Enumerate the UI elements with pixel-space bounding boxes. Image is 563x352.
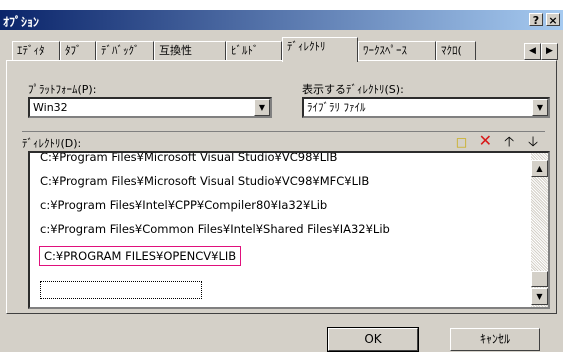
tab-scroll-left-icon[interactable]: ◀ bbox=[524, 43, 541, 60]
tab-macro[interactable]: ﾏｸﾛ( bbox=[436, 41, 476, 61]
move-up-icon[interactable]: 🡡 bbox=[499, 133, 519, 151]
scroll-down-icon[interactable]: ▼ bbox=[531, 288, 548, 305]
new-entry-field[interactable] bbox=[40, 281, 202, 299]
delete-icon[interactable]: ✕ bbox=[475, 132, 495, 150]
scroll-up-icon[interactable]: ▲ bbox=[531, 160, 548, 177]
tab-scroll-right-icon[interactable]: ▶ bbox=[541, 43, 558, 60]
platform-select[interactable]: Win32 ▼ bbox=[28, 97, 272, 118]
list-item[interactable]: C:¥Program Files¥Microsoft Visual Studio… bbox=[40, 171, 369, 191]
help-button[interactable]: ? bbox=[529, 13, 543, 27]
chevron-down-icon[interactable]: ▼ bbox=[254, 99, 270, 116]
show-dirs-value: ﾗｲﾌﾞﾗﾘ ﾌｧｲﾙ bbox=[307, 101, 366, 114]
tab-workspace[interactable]: ﾜｰｸｽﾍﾟｰｽ bbox=[358, 41, 436, 61]
platform-value: Win32 bbox=[33, 101, 68, 114]
tab-compatibility[interactable]: 互換性 bbox=[154, 41, 226, 61]
scroll-thumb[interactable] bbox=[531, 271, 548, 287]
window-title: ｵﾌﾟｼｮﾝ bbox=[3, 15, 40, 29]
list-item[interactable]: C:¥Program Files¥Microsoft Visual Studio… bbox=[40, 153, 337, 167]
directories-header: ﾃﾞｨﾚｸﾄﾘ(D): □ ✕ 🡡 🡣 bbox=[22, 131, 545, 152]
list-scrollbar[interactable]: ▲ ▼ bbox=[531, 153, 548, 307]
tab-debug[interactable]: ﾃﾞﾊﾞｯｸﾞ bbox=[96, 41, 154, 61]
title-bar[interactable]: ｵﾌﾟｼｮﾝ ? × bbox=[0, 10, 563, 30]
platform-label: ﾌﾟﾗｯﾄﾌｫｰﾑ(P): bbox=[28, 83, 97, 96]
list-item-selected[interactable]: C:¥PROGRAM FILES¥OPENCV¥LIB bbox=[39, 246, 242, 266]
tab-editor[interactable]: ｴﾃﾞｨﾀ bbox=[12, 41, 60, 61]
tab-strip: ｴﾃﾞｨﾀ ﾀﾌﾞ ﾃﾞﾊﾞｯｸﾞ 互換性 ﾋﾞﾙﾄﾞ ﾃﾞｨﾚｸﾄﾘ ﾜｰｸｽ… bbox=[6, 37, 558, 62]
options-dialog: ｵﾌﾟｼｮﾝ ? × ｴﾃﾞｨﾀ ﾀﾌﾞ ﾃﾞﾊﾞｯｸﾞ 互換性 ﾋﾞﾙﾄﾞ ﾃ… bbox=[0, 10, 563, 352]
tab-tabs[interactable]: ﾀﾌﾞ bbox=[60, 41, 96, 61]
show-dirs-select[interactable]: ﾗｲﾌﾞﾗﾘ ﾌｧｲﾙ ▼ bbox=[302, 97, 550, 118]
close-button[interactable]: × bbox=[546, 13, 560, 27]
list-item[interactable]: c:¥Program Files¥Common Files¥Intel¥Shar… bbox=[40, 219, 390, 239]
tab-build[interactable]: ﾋﾞﾙﾄﾞ bbox=[226, 41, 282, 61]
list-item[interactable]: c:¥Program Files¥Intel¥CPP¥Compiler80¥Ia… bbox=[40, 195, 327, 215]
directories-label: ﾃﾞｨﾚｸﾄﾘ(D): bbox=[22, 137, 82, 150]
tab-directories[interactable]: ﾃﾞｨﾚｸﾄﾘ bbox=[282, 37, 358, 62]
directories-list[interactable]: C:¥Program Files¥Microsoft Visual Studio… bbox=[28, 151, 550, 309]
new-folder-icon[interactable]: □ bbox=[452, 133, 472, 151]
directories-toolbar: □ ✕ 🡡 🡣 bbox=[452, 132, 543, 152]
chevron-down-icon[interactable]: ▼ bbox=[532, 99, 548, 116]
cancel-button[interactable]: ｷｬﾝｾﾙ bbox=[450, 328, 540, 351]
move-down-icon[interactable]: 🡣 bbox=[523, 133, 543, 151]
show-dirs-label: 表示するﾃﾞｨﾚｸﾄﾘ(S): bbox=[302, 83, 404, 96]
ok-button[interactable]: OK bbox=[327, 327, 419, 352]
